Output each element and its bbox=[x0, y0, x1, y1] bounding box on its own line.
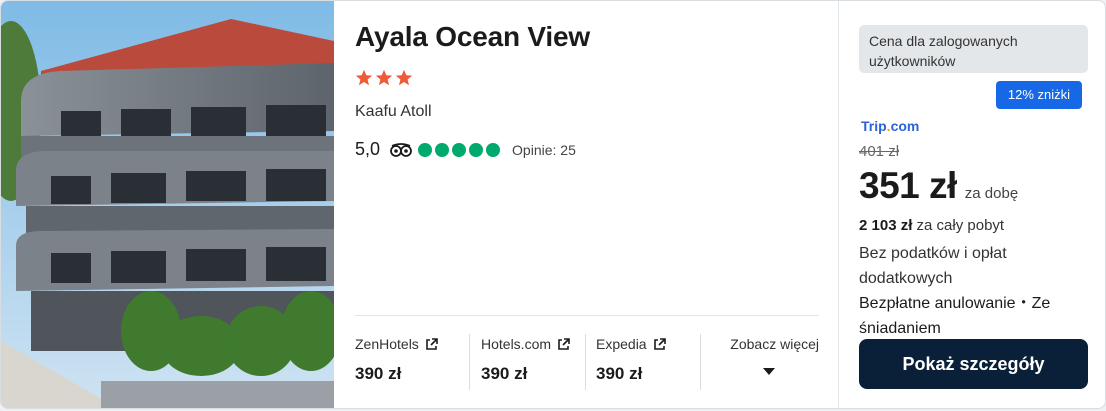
star-rating bbox=[355, 69, 413, 87]
see-more-button[interactable]: Zobacz więcej bbox=[700, 334, 819, 390]
external-link-icon bbox=[558, 337, 570, 350]
provider-name-row: Expedia bbox=[596, 336, 700, 352]
see-more-label: Zobacz więcej bbox=[730, 336, 819, 352]
hotel-location: Kaafu Atoll bbox=[355, 103, 432, 120]
external-link-icon bbox=[426, 337, 438, 350]
total-price: 2 103 zł za cały pobyt bbox=[859, 217, 1004, 234]
hotel-photo[interactable] bbox=[1, 1, 334, 408]
old-price: 401 zł bbox=[859, 143, 900, 160]
per-night-label: za dobę bbox=[964, 185, 1019, 202]
tripadvisor-owl-icon bbox=[390, 142, 412, 157]
rating-bubble bbox=[452, 142, 467, 157]
rating-bubble bbox=[435, 142, 450, 157]
provider-zenhotels[interactable]: ZenHotels 390 zł bbox=[355, 316, 469, 393]
rating-bubbles bbox=[418, 142, 501, 157]
provider-price: 390 zł bbox=[596, 364, 643, 383]
member-price-note: Cena dla zalogowanych użytkowników bbox=[859, 25, 1088, 73]
amenities-note: Bezpłatne anulowanie・Ze śniadaniem bbox=[859, 295, 1051, 337]
hotel-building-image bbox=[1, 1, 334, 408]
price-panel: Cena dla zalogowanych użytkowników 12% z… bbox=[838, 1, 1105, 408]
caret-down-icon bbox=[763, 368, 775, 375]
star-icon bbox=[375, 69, 393, 86]
provider-name: Hotels.com bbox=[481, 336, 552, 352]
hotel-name[interactable]: Ayala Ocean View bbox=[355, 21, 590, 53]
main-price-row: 351 zł za dobę bbox=[859, 165, 1018, 207]
taxes-note: Bez podatków i opłat dodatkowych bbox=[859, 245, 1007, 287]
review-count: Opinie: 25 bbox=[512, 141, 576, 158]
provider-name-row: ZenHotels bbox=[355, 336, 469, 352]
hotel-info: Ayala Ocean View Kaafu Atoll 5,0 Opinie:… bbox=[335, 1, 837, 408]
provider-name-row: Hotels.com bbox=[481, 336, 585, 352]
provider-prices: ZenHotels 390 zł Hotels.com 390 zł Exped… bbox=[355, 315, 819, 393]
provider-price: 390 zł bbox=[355, 364, 402, 383]
provider-price: 390 zł bbox=[481, 364, 528, 383]
rating-score: 5,0 bbox=[355, 139, 381, 159]
rating-bubble bbox=[418, 142, 433, 157]
star-icon bbox=[395, 69, 413, 86]
discount-badge: 12% zniżki bbox=[996, 81, 1082, 109]
star-icon bbox=[355, 69, 373, 86]
provider-name: ZenHotels bbox=[355, 336, 419, 352]
nightly-price: 351 zł bbox=[859, 165, 957, 206]
hotel-card[interactable]: Ayala Ocean View Kaafu Atoll 5,0 Opinie:… bbox=[0, 0, 1106, 409]
show-details-button[interactable]: Pokaż szczegóły bbox=[859, 339, 1088, 389]
rating-bubble bbox=[469, 142, 484, 157]
provider-name: Expedia bbox=[596, 336, 647, 352]
total-label: za cały pobyt bbox=[916, 217, 1005, 234]
review-rating[interactable]: 5,0 Opinie: 25 bbox=[355, 139, 576, 160]
rating-bubble bbox=[486, 142, 501, 157]
total-amount: 2 103 zł bbox=[859, 217, 913, 234]
external-link-icon bbox=[653, 337, 666, 350]
provider-hotels-com[interactable]: Hotels.com 390 zł bbox=[469, 334, 585, 390]
provider-logo-tripcom[interactable]: Trip.com bbox=[861, 118, 919, 134]
provider-expedia[interactable]: Expedia 390 zł bbox=[585, 334, 700, 390]
provider-logo-suffix: com bbox=[890, 118, 920, 134]
provider-logo-name: Trip bbox=[861, 118, 887, 134]
